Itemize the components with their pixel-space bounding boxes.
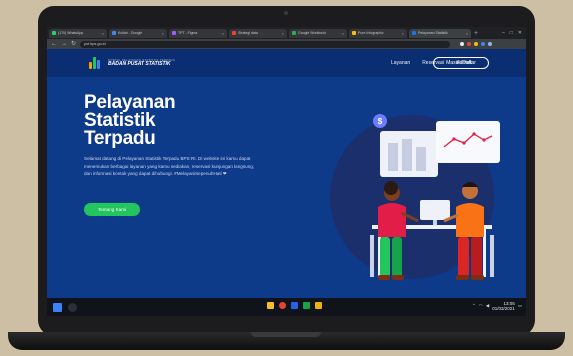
close-tab-icon[interactable]: × bbox=[342, 31, 344, 36]
tab-label: Google Workbook bbox=[298, 31, 326, 35]
clock-date: 01/03/2021 bbox=[492, 306, 515, 311]
hero-title-line: Terpadu bbox=[84, 128, 156, 149]
tab-label: Pelayanan Statistik bbox=[418, 31, 448, 35]
laptop-base bbox=[8, 332, 565, 350]
laptop-hinge-notch bbox=[251, 332, 321, 337]
chair bbox=[370, 235, 374, 277]
browser-toolbar: ← → ↻ pst.bps.go.id bbox=[47, 39, 526, 49]
whatsapp-icon bbox=[52, 31, 56, 35]
browser-tab-bar: (170) WhatsApp × Kuliah - Google × TPT -… bbox=[47, 27, 526, 39]
file-explorer-icon[interactable] bbox=[267, 302, 274, 309]
close-tab-icon[interactable]: × bbox=[466, 31, 468, 36]
about-us-button[interactable]: Tentang Kami bbox=[84, 203, 140, 216]
new-tab-icon[interactable]: + bbox=[474, 30, 478, 37]
address-bar[interactable]: pst.bps.go.id bbox=[80, 40, 451, 48]
chart-bar bbox=[416, 147, 426, 171]
profile-avatar[interactable] bbox=[488, 42, 493, 46]
hero-illustration: $ bbox=[330, 114, 500, 280]
wifi-icon[interactable]: ◠ bbox=[479, 303, 483, 309]
tab-label: Pure Infographic bbox=[358, 31, 384, 35]
close-tab-icon[interactable]: × bbox=[222, 31, 224, 36]
laptop-lid: (170) WhatsApp × Kuliah - Google × TPT -… bbox=[38, 6, 535, 336]
extension-icon[interactable] bbox=[460, 42, 465, 46]
chart-bar bbox=[402, 139, 412, 171]
tab-label: Kuliah - Google bbox=[118, 31, 143, 35]
close-tab-icon[interactable]: × bbox=[102, 31, 104, 36]
bps-icon bbox=[412, 31, 416, 35]
back-icon[interactable]: ← bbox=[51, 41, 57, 47]
tab-figma[interactable]: TPT - Figma × bbox=[169, 28, 227, 38]
extensions-area bbox=[460, 42, 493, 46]
logo-title: BADAN PUSAT STATISTIK bbox=[108, 61, 171, 67]
tab-workbook[interactable]: Google Workbook × bbox=[289, 28, 347, 38]
tab-infographic[interactable]: Pure Infographic × bbox=[349, 28, 407, 38]
taskbar-apps bbox=[267, 302, 322, 309]
windows-taskbar: ⌃ ◠ ◀ 13:05 01/03/2021 ▭ bbox=[47, 298, 526, 316]
bps-logo[interactable]: PORTAL PELAYANAN STATISTIK TERPADU BADAN… bbox=[89, 57, 175, 69]
app-icon[interactable] bbox=[315, 302, 322, 309]
screen: (170) WhatsApp × Kuliah - Google × TPT -… bbox=[47, 27, 526, 316]
minimize-icon[interactable]: – bbox=[502, 30, 505, 36]
figma-icon bbox=[172, 31, 176, 35]
close-tab-icon[interactable]: × bbox=[162, 31, 164, 36]
hero-description: Selamat datang di Pelayanan Statistik Te… bbox=[84, 156, 255, 176]
tab-label: (170) WhatsApp bbox=[58, 31, 84, 35]
forward-icon[interactable]: → bbox=[61, 41, 67, 47]
sheets-icon bbox=[292, 31, 296, 35]
line-chart-card bbox=[436, 121, 500, 163]
clock[interactable]: 13:05 01/03/2021 bbox=[492, 301, 515, 311]
notification-icon[interactable]: ▭ bbox=[518, 303, 522, 309]
doc-icon bbox=[232, 31, 236, 35]
tab-pelayanan[interactable]: Pelayanan Statistik × bbox=[409, 28, 471, 38]
close-tab-icon[interactable]: × bbox=[402, 31, 404, 36]
tab-strategi[interactable]: Strategi data × bbox=[229, 28, 287, 38]
svg-text:$: $ bbox=[378, 117, 383, 126]
word-icon[interactable] bbox=[291, 302, 298, 309]
google-icon bbox=[112, 31, 116, 35]
tab-whatsapp[interactable]: (170) WhatsApp × bbox=[49, 28, 107, 38]
chevron-up-icon[interactable]: ⌃ bbox=[472, 303, 476, 309]
extension-icon[interactable] bbox=[474, 42, 479, 46]
maximize-icon[interactable]: □ bbox=[510, 30, 513, 36]
chart-bar bbox=[388, 143, 398, 171]
nav-layanan[interactable]: Layanan bbox=[391, 60, 410, 66]
tab-label: Strategi data bbox=[238, 31, 258, 35]
excel-icon[interactable] bbox=[303, 302, 310, 309]
hero-title: Pelayanan Statistik Terpadu bbox=[84, 93, 244, 149]
windows-start-icon[interactable] bbox=[53, 302, 62, 312]
volume-icon[interactable]: ◀ bbox=[486, 303, 489, 309]
chair bbox=[490, 235, 494, 277]
url-text: pst.bps.go.id bbox=[84, 42, 106, 46]
search-icon[interactable] bbox=[68, 302, 77, 312]
desk-monitor bbox=[420, 200, 450, 220]
window-controls: – □ ✕ bbox=[502, 30, 526, 36]
webcam bbox=[284, 11, 288, 15]
site-header: PORTAL PELAYANAN STATISTIK TERPADU BADAN… bbox=[47, 49, 526, 77]
bps-logo-mark bbox=[89, 57, 105, 69]
reload-icon[interactable]: ↻ bbox=[71, 41, 76, 47]
close-tab-icon[interactable]: × bbox=[282, 31, 284, 36]
close-window-icon[interactable]: ✕ bbox=[518, 30, 522, 36]
extension-icon[interactable] bbox=[467, 42, 472, 46]
chrome-icon[interactable] bbox=[279, 302, 286, 309]
tab-label: TPT - Figma bbox=[178, 31, 198, 35]
system-tray: ⌃ ◠ ◀ 13:05 01/03/2021 ▭ bbox=[472, 301, 522, 311]
login-button[interactable]: Masuk/Daftar bbox=[433, 57, 489, 69]
image-icon bbox=[352, 31, 356, 35]
tab-kuliah[interactable]: Kuliah - Google × bbox=[109, 28, 167, 38]
extension-icon[interactable] bbox=[481, 42, 486, 46]
